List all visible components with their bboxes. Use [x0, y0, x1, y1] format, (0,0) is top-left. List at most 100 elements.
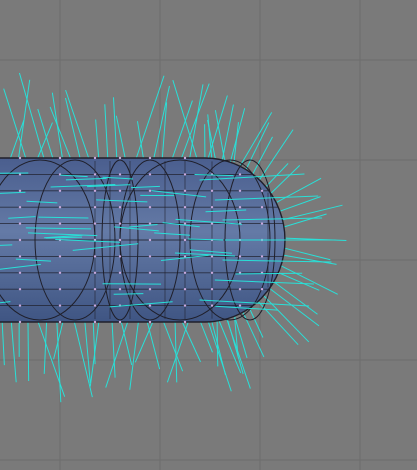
viewport-canvas[interactable]: [0, 0, 417, 470]
vertex-dot: [58, 255, 62, 258]
vertex-dot: [18, 320, 22, 324]
vertex-dot: [58, 271, 62, 274]
3d-viewport[interactable]: [0, 0, 417, 470]
normal-line: [198, 317, 213, 353]
vertex-dot: [238, 288, 242, 291]
normal-line: [27, 317, 30, 382]
vertex-dot: [18, 238, 22, 242]
normal-line: [37, 108, 55, 163]
vertex-dot: [183, 238, 187, 242]
normal-line: [174, 317, 178, 383]
vertex-dot: [93, 288, 97, 291]
vertex-dot: [210, 288, 214, 291]
vertex-dot: [93, 173, 97, 176]
vertex-dot: [238, 206, 242, 209]
vertex-dot: [58, 189, 62, 192]
vertex-dot: [93, 304, 97, 307]
vertex-dot: [183, 320, 187, 324]
normal-line: [49, 106, 73, 163]
normal-line: [105, 317, 130, 388]
normal-line: [113, 293, 144, 295]
normal-line: [152, 85, 170, 163]
vertex-dot: [260, 222, 264, 225]
vertex-dot: [58, 304, 62, 307]
vertex-dot: [260, 206, 264, 209]
vertex-dot: [183, 173, 187, 176]
vertex-dot: [148, 156, 152, 160]
vertex-dot: [93, 222, 97, 225]
vertex-dot: [148, 222, 152, 225]
vertex-dot: [118, 320, 122, 324]
vertex-dot: [148, 288, 152, 291]
vertex-dot: [210, 222, 214, 225]
vertex-dot: [118, 238, 122, 242]
normal-line: [72, 317, 93, 398]
normal-line: [84, 317, 91, 383]
vertex-dot: [183, 304, 187, 307]
vertex-dot: [118, 156, 122, 160]
vertex-dot: [18, 271, 22, 274]
vertex-dot: [93, 271, 97, 274]
vertex-dot: [210, 255, 214, 258]
vertex-dot: [148, 320, 152, 324]
vertex-dot: [260, 189, 264, 192]
vertex-dot: [58, 222, 62, 225]
normal-line: [271, 260, 338, 295]
vertex-dot: [18, 206, 22, 209]
normal-line: [166, 317, 191, 383]
vertex-dot: [93, 206, 97, 209]
vertex-dot: [148, 173, 152, 176]
vertex-dot: [118, 255, 122, 258]
vertex-dot: [260, 288, 264, 291]
vertex-dot: [238, 189, 242, 192]
vertex-dot: [58, 320, 62, 324]
vertex-dot: [210, 189, 214, 192]
normal-line: [65, 89, 91, 163]
vertex-dot: [148, 255, 152, 258]
vertex-dot: [18, 189, 22, 192]
normal-line: [112, 97, 118, 163]
vertex-dot: [118, 288, 122, 291]
vertex-dot: [183, 288, 187, 291]
vertex-dot: [118, 206, 122, 209]
normal-line: [172, 79, 199, 163]
vertex-dot: [18, 222, 22, 225]
normal-line: [17, 79, 31, 163]
vertex-dot: [183, 206, 187, 209]
vertex-dot: [18, 304, 22, 307]
normal-line: [8, 120, 25, 163]
vertex-dot: [238, 304, 242, 307]
vertex-dot: [210, 304, 214, 307]
vertex-dot: [58, 206, 62, 209]
vertex-dot: [238, 173, 242, 176]
vertex-dot: [183, 222, 187, 225]
normal-line: [119, 317, 133, 365]
vertex-dot: [148, 271, 152, 274]
vertex-dot: [183, 271, 187, 274]
vertex-dot: [118, 271, 122, 274]
vertex-dot: [183, 189, 187, 192]
normal-line: [95, 119, 100, 163]
vertex-dot: [118, 189, 122, 192]
vertex-dot: [93, 255, 97, 258]
normal-line: [145, 317, 161, 370]
normal-line: [1, 317, 5, 366]
vertex-dot: [118, 222, 122, 225]
vertex-dot: [18, 255, 22, 258]
normal-line: [129, 317, 140, 390]
vertex-dot: [183, 255, 187, 258]
vertex-dot: [238, 255, 242, 258]
vertex-dot: [18, 288, 22, 291]
normal-line: [104, 104, 109, 163]
normal-line: [206, 317, 232, 392]
normal-line: [136, 121, 145, 163]
normal-line: [51, 92, 64, 163]
vertex-dot: [93, 320, 97, 324]
vertex-dot: [183, 156, 187, 160]
vertex-dot: [148, 238, 152, 242]
normal-line: [256, 288, 310, 343]
vertex-dot: [118, 173, 122, 176]
vertex-dot: [18, 156, 22, 160]
vertex-dot: [260, 255, 264, 258]
vertex-dot: [58, 288, 62, 291]
